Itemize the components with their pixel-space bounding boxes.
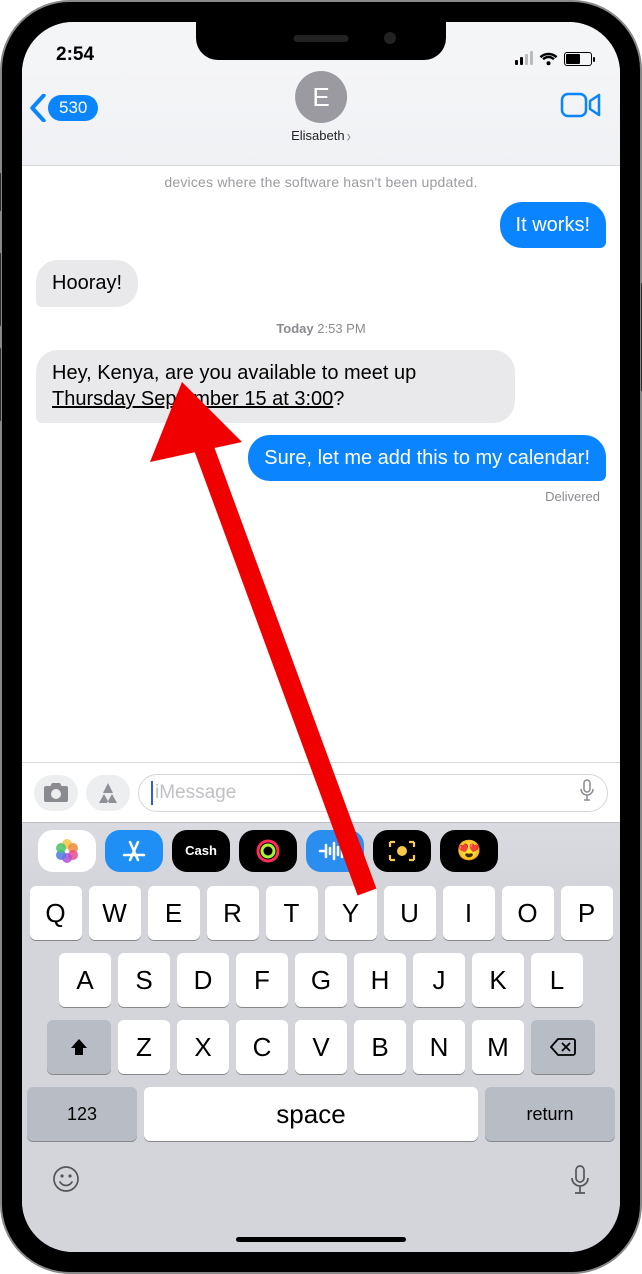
key-r[interactable]: R	[207, 886, 259, 940]
keyboard-row-3: ZXCVBNM	[27, 1020, 615, 1074]
conversation[interactable]: devices where the software hasn't been u…	[22, 166, 620, 762]
camera-effects-app-icon[interactable]	[373, 830, 431, 872]
photos-app-icon[interactable]	[38, 830, 96, 872]
key-i[interactable]: I	[443, 886, 495, 940]
chevron-right-icon: ›	[347, 126, 351, 146]
message-text: ?	[333, 388, 344, 410]
key-q[interactable]: Q	[30, 886, 82, 940]
key-x[interactable]: X	[177, 1020, 229, 1074]
avatar: E	[295, 71, 347, 123]
battery-icon	[564, 52, 592, 66]
key-u[interactable]: U	[384, 886, 436, 940]
text-cursor	[151, 781, 153, 805]
key-c[interactable]: C	[236, 1020, 288, 1074]
status-time: 2:54	[56, 44, 94, 66]
home-indicator[interactable]	[236, 1237, 406, 1242]
keyboard-row-4: 123 space return	[27, 1087, 615, 1141]
received-message[interactable]: Hey, Kenya, are you available to meet up…	[36, 350, 515, 423]
key-b[interactable]: B	[354, 1020, 406, 1074]
key-f[interactable]: F	[236, 953, 288, 1007]
message-placeholder: iMessage	[155, 782, 579, 804]
key-y[interactable]: Y	[325, 886, 377, 940]
volume-down-button	[0, 347, 1, 422]
screen: 2:54 530 E Elisabeth ›	[18, 18, 624, 1256]
silent-switch	[0, 172, 1, 212]
key-w[interactable]: W	[89, 886, 141, 940]
wifi-icon	[539, 52, 558, 66]
contact-button[interactable]: E Elisabeth ›	[291, 71, 351, 145]
key-e[interactable]: E	[148, 886, 200, 940]
apps-button[interactable]	[86, 775, 130, 811]
sent-message[interactable]: It works!	[500, 202, 606, 248]
key-n[interactable]: N	[413, 1020, 465, 1074]
dictation-button[interactable]	[569, 1164, 591, 1201]
received-message[interactable]: Hooray!	[36, 260, 138, 306]
key-t[interactable]: T	[266, 886, 318, 940]
key-o[interactable]: O	[502, 886, 554, 940]
sent-message[interactable]: Sure, let me add this to my calendar!	[248, 435, 606, 481]
shift-key[interactable]	[47, 1020, 111, 1074]
contact-name-label: Elisabeth	[291, 128, 344, 143]
dictate-button[interactable]	[579, 779, 595, 807]
timestamp: Today 2:53 PM	[36, 321, 606, 336]
back-button[interactable]: 530	[30, 94, 98, 122]
space-key[interactable]: space	[144, 1087, 478, 1141]
audio-app-icon[interactable]	[306, 830, 364, 872]
emoji-button[interactable]	[51, 1164, 81, 1201]
key-z[interactable]: Z	[118, 1020, 170, 1074]
device-frame: 2:54 530 E Elisabeth ›	[0, 0, 642, 1274]
applecash-app-icon[interactable]: Cash	[172, 830, 230, 872]
message-input[interactable]: iMessage	[138, 774, 608, 812]
key-d[interactable]: D	[177, 953, 229, 1007]
backspace-key[interactable]	[531, 1020, 595, 1074]
key-m[interactable]: M	[472, 1020, 524, 1074]
notch	[196, 22, 446, 60]
compose-bar: iMessage	[22, 762, 620, 822]
facetime-button[interactable]	[560, 90, 602, 125]
key-p[interactable]: P	[561, 886, 613, 940]
numbers-key[interactable]: 123	[27, 1087, 137, 1141]
camera-button[interactable]	[34, 775, 78, 811]
keyboard-row-1: QWERTYUIOP	[27, 886, 615, 940]
key-k[interactable]: K	[472, 953, 524, 1007]
app-strip[interactable]: Cash 😍	[22, 822, 620, 878]
keyboard-row-2: ASDFGHJKL	[27, 953, 615, 1007]
message-text: Hey, Kenya, are you available to meet up	[52, 362, 416, 384]
unread-badge: 530	[48, 95, 98, 121]
memoji-app-icon[interactable]: 😍	[440, 830, 498, 872]
conversation-header: 530 E Elisabeth ›	[22, 66, 620, 166]
key-j[interactable]: J	[413, 953, 465, 1007]
cellular-icon	[515, 53, 533, 65]
key-v[interactable]: V	[295, 1020, 347, 1074]
delivered-label: Delivered	[36, 489, 600, 504]
key-g[interactable]: G	[295, 953, 347, 1007]
volume-up-button	[0, 252, 1, 327]
truncated-message: devices where the software hasn't been u…	[36, 174, 606, 202]
key-a[interactable]: A	[59, 953, 111, 1007]
appstore-app-icon[interactable]	[105, 830, 163, 872]
fitness-app-icon[interactable]	[239, 830, 297, 872]
key-s[interactable]: S	[118, 953, 170, 1007]
return-key[interactable]: return	[485, 1087, 615, 1141]
detected-date-link[interactable]: Thursday September 15 at 3:00	[52, 388, 333, 410]
key-h[interactable]: H	[354, 953, 406, 1007]
keyboard[interactable]: QWERTYUIOP ASDFGHJKL ZXCVBNM 123 space r…	[22, 878, 620, 1252]
key-l[interactable]: L	[531, 953, 583, 1007]
